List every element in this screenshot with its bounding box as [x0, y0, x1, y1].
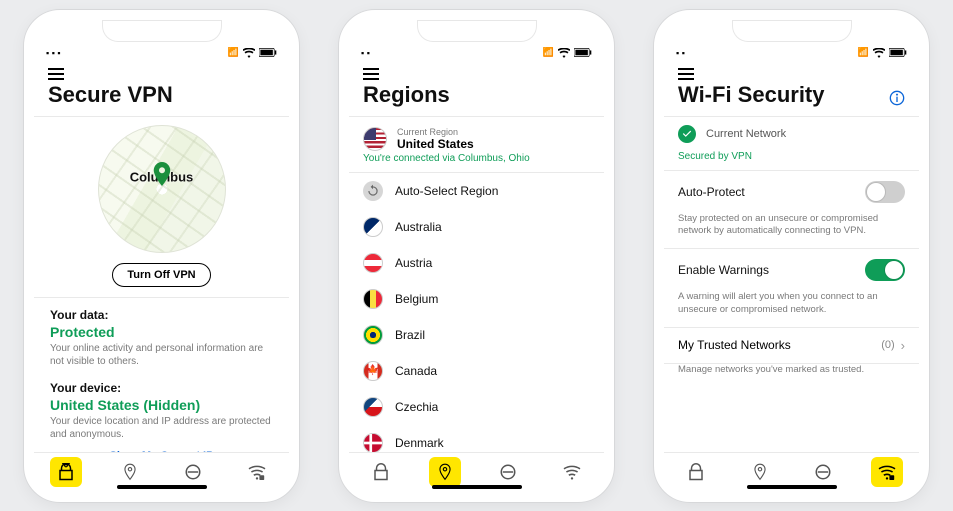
location-map: Columbus — [98, 125, 226, 253]
auto-protect-desc: Stay protected on an unsecure or comprom… — [664, 213, 919, 249]
your-data-label: Your data: — [50, 308, 273, 322]
info-icon[interactable] — [889, 90, 905, 106]
current-region-row[interactable]: Current Region United States — [349, 117, 604, 153]
map-pin-icon — [153, 162, 171, 186]
secured-text: Secured by VPN — [664, 151, 919, 170]
flag-czechia-icon — [363, 397, 383, 417]
region-item-label: Belgium — [395, 292, 438, 306]
statusbar-carrier: ▪ ▪ — [676, 48, 685, 58]
tab-vpn[interactable] — [365, 457, 397, 487]
auto-protect-row: Auto-Protect — [664, 171, 919, 213]
trusted-networks-row[interactable]: My Trusted Networks (0) › — [664, 328, 919, 363]
home-indicator[interactable] — [432, 485, 522, 489]
region-item-label: Austria — [395, 256, 432, 270]
region-item-australia[interactable]: Australia — [349, 209, 604, 245]
current-region-label: Current Region — [397, 127, 474, 137]
phone-wifi-security: ▪ ▪ 📶 Wi-Fi Security Current Network Sec… — [654, 10, 929, 502]
signal-icon: 📶 — [228, 47, 239, 58]
wifi-icon — [558, 48, 570, 58]
region-item-label: Australia — [395, 220, 442, 234]
enable-warnings-desc: A warning will alert you when you connec… — [664, 291, 919, 327]
your-device-label: Your device: — [50, 381, 273, 395]
tab-vpn[interactable] — [50, 457, 82, 487]
current-network-label: Current Network — [706, 128, 786, 140]
flag-denmark-icon — [363, 433, 383, 452]
tab-wifi[interactable] — [556, 457, 588, 487]
battery-icon — [259, 48, 277, 57]
page-title: Wi-Fi Security — [664, 80, 839, 116]
wifi-icon — [873, 48, 885, 58]
tab-block[interactable] — [492, 457, 524, 487]
flag-brazil-icon — [363, 325, 383, 345]
content: Columbus Turn Off VPN Your data: Protect… — [34, 117, 289, 452]
status-bar: ▪ ▪ ▪ 📶 — [34, 42, 289, 64]
enable-warnings-label: Enable Warnings — [678, 263, 769, 277]
current-network-row: Current Network — [664, 117, 919, 151]
your-data-value: Protected — [50, 324, 273, 340]
flag-austria-icon — [363, 253, 383, 273]
statusbar-carrier: ▪ ▪ ▪ — [46, 48, 61, 58]
menu-button[interactable] — [363, 68, 379, 80]
region-item-label: Brazil — [395, 328, 425, 342]
region-item-label: Denmark — [395, 436, 444, 450]
your-data-desc: Your online activity and personal inform… — [50, 342, 273, 369]
page-title: Secure VPN — [34, 80, 289, 116]
region-item-label: Czechia — [395, 400, 438, 414]
content: Current Network Secured by VPN Auto-Prot… — [664, 117, 919, 452]
region-item-austria[interactable]: Austria — [349, 245, 604, 281]
current-region-name: United States — [397, 137, 474, 151]
tab-location[interactable] — [744, 457, 776, 487]
region-item-canada[interactable]: 🍁 Canada — [349, 353, 604, 389]
show-ip-link[interactable]: Show My Current IP — [34, 444, 289, 452]
connected-via-text: You're connected via Columbus, Ohio — [349, 153, 604, 172]
trusted-networks-desc: Manage networks you've marked as trusted… — [664, 364, 919, 387]
toggle-vpn-button[interactable]: Turn Off VPN — [112, 263, 210, 287]
battery-icon — [889, 48, 907, 57]
wifi-icon — [243, 48, 255, 58]
auto-select-icon — [363, 181, 383, 201]
trusted-networks-count: (0) — [881, 339, 894, 351]
auto-protect-toggle[interactable] — [865, 181, 905, 203]
region-item-brazil[interactable]: Brazil — [349, 317, 604, 353]
secured-check-icon — [678, 125, 696, 143]
chevron-right-icon: › — [901, 338, 905, 353]
enable-warnings-toggle[interactable] — [865, 259, 905, 281]
menu-button[interactable] — [678, 68, 694, 80]
your-device-value: United States (Hidden) — [50, 397, 273, 413]
tab-wifi[interactable] — [871, 457, 903, 487]
home-indicator[interactable] — [117, 485, 207, 489]
flag-canada-icon: 🍁 — [363, 361, 383, 381]
region-item-belgium[interactable]: Belgium — [349, 281, 604, 317]
enable-warnings-row: Enable Warnings — [664, 249, 919, 291]
page-title: Regions — [349, 80, 604, 116]
your-device-desc: Your device location and IP address are … — [50, 415, 273, 442]
region-item-denmark[interactable]: Denmark — [349, 425, 604, 452]
tab-location[interactable] — [114, 457, 146, 487]
flag-belgium-icon — [363, 289, 383, 309]
auto-select-region[interactable]: Auto-Select Region — [349, 173, 604, 209]
flag-us-icon — [363, 127, 387, 151]
region-item-label: Canada — [395, 364, 437, 378]
phone-secure-vpn: ▪ ▪ ▪ 📶 Secure VPN Columbus — [24, 10, 299, 502]
tab-wifi[interactable] — [241, 457, 273, 487]
statusbar-carrier: ▪ ▪ — [361, 48, 370, 58]
content[interactable]: Current Region United States You're conn… — [349, 117, 604, 452]
auto-protect-label: Auto-Protect — [678, 185, 745, 199]
tab-vpn[interactable] — [680, 457, 712, 487]
tab-block[interactable] — [177, 457, 209, 487]
phone-regions: ▪ ▪ 📶 Regions Current Region United Stat… — [339, 10, 614, 502]
signal-icon: 📶 — [858, 47, 869, 58]
menu-button[interactable] — [48, 68, 64, 80]
battery-icon — [574, 48, 592, 57]
trusted-networks-label: My Trusted Networks — [678, 338, 791, 352]
auto-select-label: Auto-Select Region — [395, 184, 498, 198]
tab-location[interactable] — [429, 457, 461, 487]
home-indicator[interactable] — [747, 485, 837, 489]
signal-icon: 📶 — [543, 47, 554, 58]
region-item-czechia[interactable]: Czechia — [349, 389, 604, 425]
tab-block[interactable] — [807, 457, 839, 487]
flag-australia-icon — [363, 217, 383, 237]
status-bar: ▪ ▪ 📶 — [664, 42, 919, 64]
status-bar: ▪ ▪ 📶 — [349, 42, 604, 64]
